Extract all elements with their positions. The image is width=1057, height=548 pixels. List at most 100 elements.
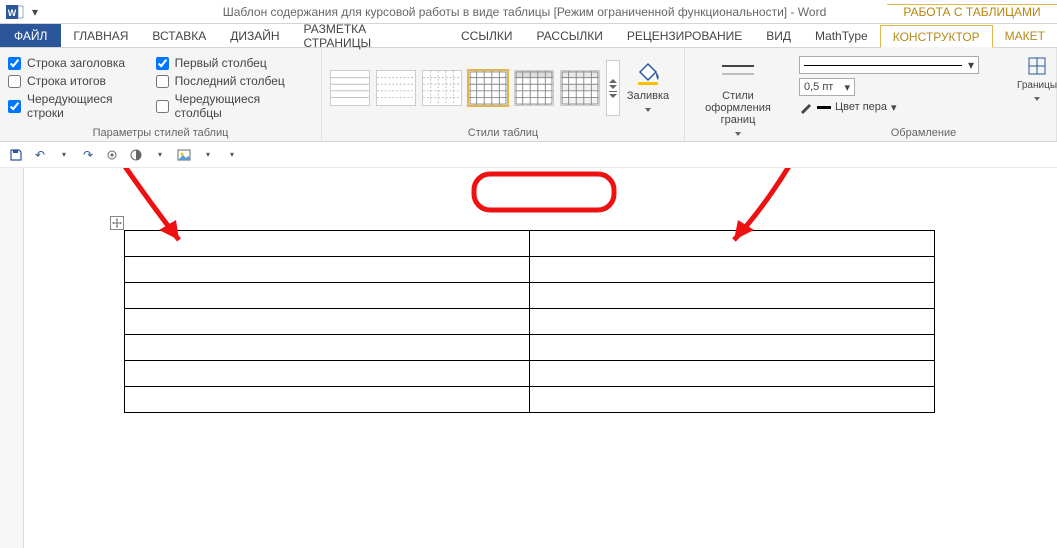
pen-icon [799,100,813,114]
table-cell[interactable] [125,335,530,361]
table-style-thumb-6[interactable] [560,70,600,106]
undo-button[interactable]: ↶ [32,147,48,163]
page-view[interactable] [24,168,1057,548]
chk-banded-rows-label: Чередующиеся строки [27,92,144,120]
redo-button[interactable]: ↷ [80,147,96,163]
vertical-ruler[interactable] [0,168,24,548]
tab-references[interactable]: ССЫЛКИ [449,24,524,47]
table-style-thumb-2[interactable] [376,70,416,106]
document-area [0,168,1057,548]
table-style-thumb-4[interactable] [468,70,508,106]
group-label-style-options: Параметры стилей таблиц [8,125,313,139]
table-row[interactable] [125,361,935,387]
table-row[interactable] [125,309,935,335]
pen-color-selector[interactable]: Цвет пера ▾ [799,100,979,114]
table-cell[interactable] [125,309,530,335]
tab-insert[interactable]: ВСТАВКА [140,24,218,47]
group-borders: ▾ 0,5 пт ▾ Цвет пера ▾ [791,48,1057,141]
group-border-styles-btn: Стили оформления границ [685,48,791,141]
save-button[interactable] [8,147,24,163]
qat-customize[interactable]: ▾ [224,147,240,163]
table-cell[interactable] [125,257,530,283]
borders-button-label: Границы [1017,80,1057,91]
table-styles-more-button[interactable] [606,60,620,116]
table-cell[interactable] [125,387,530,413]
table-cell[interactable] [530,283,935,309]
table-style-thumb-1[interactable] [330,70,370,106]
border-styles-label: Стили оформления границ [697,90,779,126]
chk-total-row[interactable]: Строка итогов [8,74,144,88]
tab-page-layout[interactable]: РАЗМЕТКА СТРАНИЦЫ [292,24,449,47]
quick-access-toolbar: ↶ ▾ ↷ ▾ ▾ ▾ [0,142,1057,168]
title-bar-dropdown-icon[interactable]: ▾ [32,5,42,19]
line-style-selector[interactable]: ▾ [799,56,979,74]
tab-design[interactable]: ДИЗАЙН [218,24,291,47]
borders-icon [1027,56,1047,76]
picture-button[interactable] [176,147,192,163]
tab-home[interactable]: ГЛАВНАЯ [61,24,140,47]
table-styles-gallery [330,52,620,116]
line-weight-selector[interactable]: 0,5 пт ▾ [799,78,855,96]
table-row[interactable] [125,335,935,361]
chk-banded-cols-label: Чередующиеся столбцы [175,92,301,120]
table-cell[interactable] [530,387,935,413]
picture-dropdown[interactable]: ▾ [200,147,216,163]
border-styles-button[interactable]: Стили оформления границ [693,52,783,136]
table-row[interactable] [125,387,935,413]
border-styles-icon [718,58,758,86]
contrast-button[interactable] [128,147,144,163]
table-cell[interactable] [530,361,935,387]
title-bar: W ▾ Шаблон содержания для курсовой работ… [0,0,1057,24]
group-table-style-options: Строка заголовка Строка итогов Чередующи… [0,48,322,141]
table-row[interactable] [125,231,935,257]
undo-dropdown[interactable]: ▾ [56,147,72,163]
contrast-dropdown[interactable]: ▾ [152,147,168,163]
svg-text:W: W [8,8,17,18]
tab-table-design[interactable]: КОНСТРУКТОР [880,25,993,48]
group-label-table-styles: Стили таблиц [330,125,676,139]
table-row[interactable] [125,257,935,283]
pen-color-swatch [817,106,831,109]
tab-file[interactable]: ФАЙЛ [0,24,61,47]
word-app-icon: W [4,1,26,23]
borders-button[interactable]: Границы [1026,52,1048,105]
chk-banded-cols[interactable]: Чередующиеся столбцы [156,92,301,120]
table-style-thumb-5[interactable] [514,70,554,106]
document-table[interactable] [124,230,935,413]
shading-label: Заливка [627,90,669,102]
chk-header-row[interactable]: Строка заголовка [8,56,144,70]
window-title: Шаблон содержания для курсовой работы в … [42,5,887,19]
tab-mailings[interactable]: РАССЫЛКИ [524,24,614,47]
table-move-handle[interactable] [110,216,124,230]
chevron-down-icon [645,108,651,112]
settings-button[interactable] [104,147,120,163]
paint-bucket-icon [634,58,662,86]
tab-mathtype[interactable]: MathType [803,24,880,47]
table-row[interactable] [125,283,935,309]
ribbon-tabs: ФАЙЛ ГЛАВНАЯ ВСТАВКА ДИЗАЙН РАЗМЕТКА СТР… [0,24,1057,48]
chk-banded-rows[interactable]: Чередующиеся строки [8,92,144,120]
tab-review[interactable]: РЕЦЕНЗИРОВАНИЕ [615,24,754,47]
chk-first-col[interactable]: Первый столбец [156,56,301,70]
document-table-wrapper [124,230,1057,413]
table-style-thumb-3[interactable] [422,70,462,106]
table-cell[interactable] [530,309,935,335]
table-cell[interactable] [125,283,530,309]
chevron-down-icon [1034,97,1040,101]
chk-total-row-label: Строка итогов [27,74,106,88]
table-cell[interactable] [530,335,935,361]
tab-table-layout[interactable]: МАКЕТ [993,24,1057,47]
chk-header-row-label: Строка заголовка [27,56,125,70]
chk-last-col[interactable]: Последний столбец [156,74,301,88]
tab-view[interactable]: ВИД [754,24,803,47]
group-table-styles: Заливка Стили таблиц [322,48,685,141]
chk-first-col-label: Первый столбец [175,56,267,70]
table-cell[interactable] [125,231,530,257]
line-weight-value: 0,5 пт [804,81,833,93]
shading-button[interactable]: Заливка [620,52,676,112]
table-cell[interactable] [125,361,530,387]
table-cell[interactable] [530,257,935,283]
ribbon: Строка заголовка Строка итогов Чередующи… [0,48,1057,142]
group-label-borders: Обрамление [799,125,1048,139]
table-cell[interactable] [530,231,935,257]
